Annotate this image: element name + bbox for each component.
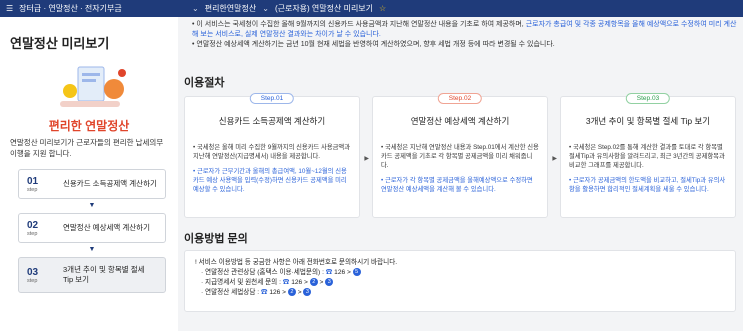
step-suffix: step xyxy=(27,277,38,284)
card-body: • 국세청은 지난해 연말정산 내용과 Step.01에서 계산한 신용카드 공… xyxy=(381,143,539,194)
card-text-value: 근로자가 근무기간과 올해의 총급여액, 10월~12월의 신용카드 예상 사용… xyxy=(193,168,347,193)
arrow-right-icon: ▶ xyxy=(552,156,557,162)
step-number-value: 03 xyxy=(27,266,39,278)
tax-illustration-icon xyxy=(60,66,126,107)
step-label: 연말정산 예상세액 계산하기 xyxy=(63,223,150,232)
phone-number: 126 xyxy=(291,279,303,286)
step-number: 02 step xyxy=(27,220,57,237)
arrow-down-icon: ▼ xyxy=(88,246,96,253)
step-badge: Step.02 xyxy=(437,93,483,104)
option-badge: 2 xyxy=(287,288,296,297)
notice-line-2: • 연말정산 예상세액 계산하기는 금년 10월 현재 세법을 반영하여 계산하… xyxy=(192,41,555,48)
card-body: • 국세청은 Step.02를 통해 계산한 결과를 토대로 각 항목별 절세T… xyxy=(569,143,727,194)
chevron-down-icon[interactable]: ⌄ xyxy=(262,4,269,13)
breadcrumb-item-1[interactable]: 편리한연말정산 xyxy=(205,3,257,14)
inquiry-intro: ! 서비스 이용방법 등 궁금한 사항은 아래 전화번호로 문의하시기 바랍니다… xyxy=(195,259,398,266)
card-text-highlight: • 근로자가 각 항목별 공제금액을 올해예상액으로 수정하면 연말정산 예상세… xyxy=(381,177,533,193)
arrow-right-icon: ▶ xyxy=(364,156,369,162)
inquiry-line-1: · 연말정산 관련상담 (홈택스 이용·세법문의) : ☎ 126 > 5 xyxy=(195,268,725,278)
menu-label[interactable]: 장터급 · 연말정산 · 전자기부금 xyxy=(19,3,122,14)
step-list: 01 step 신용카드 소득공제액 계산하기 ▼ 02 step 연말정산 예상세… xyxy=(18,169,166,293)
step-card-1: Step.01 신용카드 소득공제액 계산하기 • 국세청은 올해 미리 수집한… xyxy=(184,93,369,218)
brand-title: 편리한 연말정산 xyxy=(48,119,130,133)
step-number: 01 step xyxy=(27,176,57,193)
inquiry-title: 이용방법 문의 xyxy=(184,233,248,245)
step-badge: Step.01 xyxy=(249,93,295,104)
step-label: 신용카드 소득공제액 계산하기 xyxy=(63,179,157,188)
card-text-value: 근로자가 각 항목별 공제금액을 올해예상액으로 수정하면 연말정산 예상세액을… xyxy=(381,177,533,193)
card-text-value: 국세청은 올해 미리 수집한 9월까지의 신용카드 사용금액과 지난해 연말정산… xyxy=(193,144,351,160)
inquiry-line-2: · 지급명세서 및 원천세 문의 : ☎ 126 > 2 > 3 xyxy=(195,278,725,288)
inquiry-label: · 연말정산 세법상담 : xyxy=(201,289,261,296)
card-title: 연말정산 예상세액 계산하기 xyxy=(410,116,510,126)
step-number: 03 step xyxy=(27,267,57,284)
step-item-1[interactable]: 01 step 신용카드 소득공제액 계산하기 xyxy=(18,169,166,199)
chevron-down-icon[interactable]: ⌄ xyxy=(192,4,199,13)
option-badge: 5 xyxy=(352,268,361,277)
step-badge: Step.03 xyxy=(625,93,671,104)
step-label: 3개년 추이 및 항목별 절세 Tip 보기 xyxy=(63,265,145,284)
card-text-highlight: • 근로자가 근무기간과 올해의 총급여액, 10월~12월의 신용카드 예상 … xyxy=(193,168,347,193)
sidebar-title: 연말정산 미리보기 xyxy=(10,36,110,51)
hamburger-icon[interactable]: ☰ xyxy=(6,4,13,13)
phone-icon: ☎ xyxy=(282,279,290,286)
step-item-3[interactable]: 03 step 3개년 추이 및 항목별 절세 Tip 보기 xyxy=(18,257,166,293)
option-badge: 3 xyxy=(325,278,334,287)
phone-number: 126 xyxy=(334,269,346,276)
card-text-value: 국세청은 지난해 연말정산 내용과 Step.01에서 계산한 신용카드 공제액… xyxy=(381,144,539,169)
star-icon[interactable]: ☆ xyxy=(379,4,386,13)
step-number-value: 02 xyxy=(27,219,39,231)
card-text: • 국세청은 Step.02를 통해 계산한 결과를 토대로 각 항목별 절세T… xyxy=(569,144,725,169)
notice-box: • 이 서비스는 국세청이 수집한 올해 9월까지의 신용카드 사용금액과 지난… xyxy=(192,20,740,50)
card-title: 신용카드 소득공제액 계산하기 xyxy=(218,116,326,126)
card-body: • 국세청은 올해 미리 수집한 9월까지의 신용카드 사용금액과 지난해 연말… xyxy=(193,143,351,194)
phone-number: 126 xyxy=(269,289,281,296)
breadcrumb: ⌄ 편리한연말정산 ⌄ (근로자용) 연말정산 미리보기 ☆ xyxy=(180,3,386,14)
sidebar-description: 연말정산 미리보기가 근로자들의 편리한 납세의무 이행을 지원 합니다. xyxy=(10,138,164,158)
card-title: 3개년 추이 및 항목별 절세 Tip 보기 xyxy=(585,116,711,126)
card-text-highlight: • 근로자가 공제금액의 한도액을 비교하고, 절세Tip과 유의사항을 활용하… xyxy=(569,177,726,193)
phone-icon: ☎ xyxy=(325,269,333,276)
inquiry-box: ! 서비스 이용방법 등 궁금한 사항은 아래 전화번호로 문의하시기 바랍니다… xyxy=(184,250,736,312)
inquiry-line-3: · 연말정산 세법상담 : ☎ 126 > 2 > 3 xyxy=(195,288,725,298)
process-cards: Step.01 신용카드 소득공제액 계산하기 • 국세청은 올해 미리 수집한… xyxy=(184,93,736,218)
notice-text: • 이 서비스는 국세청이 수집한 올해 9월까지의 신용카드 사용금액과 지난… xyxy=(192,21,526,28)
arrow-down-icon: ▼ xyxy=(88,202,96,209)
option-badge: 3 xyxy=(303,288,312,297)
notice-line-1: • 이 서비스는 국세청이 수집한 올해 9월까지의 신용카드 사용금액과 지난… xyxy=(192,20,740,40)
option-badge: 2 xyxy=(309,278,318,287)
card-text: • 국세청은 지난해 연말정산 내용과 Step.01에서 계산한 신용카드 공… xyxy=(381,144,539,169)
main-menu[interactable]: ☰ 장터급 · 연말정산 · 전자기부금 xyxy=(0,3,180,14)
phone-icon: ☎ xyxy=(260,289,268,296)
card-text-value: 근로자가 공제금액의 한도액을 비교하고, 절세Tip과 유의사항을 활용하면 … xyxy=(569,177,726,193)
step-number-value: 01 xyxy=(27,175,39,187)
step-item-2[interactable]: 02 step 연말정산 예상세액 계산하기 xyxy=(18,213,166,243)
card-text-value: 국세청은 Step.02를 통해 계산한 결과를 토대로 각 항목별 절세Tip… xyxy=(569,144,725,169)
breadcrumb-item-2[interactable]: (근로자용) 연말정산 미리보기 xyxy=(275,3,373,14)
step-suffix: step xyxy=(27,186,38,193)
top-bar: ☰ 장터급 · 연말정산 · 전자기부금 ⌄ 편리한연말정산 ⌄ (근로자용) … xyxy=(0,0,743,17)
step-suffix: step xyxy=(27,230,38,237)
sidebar: 연말정산 미리보기 편리한 연말정산 연말정산 미리보기가 근로자들의 편리한 … xyxy=(0,17,178,331)
step-card-2: Step.02 연말정산 예상세액 계산하기 • 국세청은 지난해 연말정산 내… xyxy=(372,93,557,218)
process-title: 이용절차 xyxy=(184,77,225,89)
inquiry-label: · 지급명세서 및 원천세 문의 : xyxy=(201,279,283,286)
inquiry-label: · 연말정산 관련상담 (홈택스 이용·세법문의) : xyxy=(201,269,326,276)
card-text: • 국세청은 올해 미리 수집한 9월까지의 신용카드 사용금액과 지난해 연말… xyxy=(193,144,351,160)
step-card-3: Step.03 3개년 추이 및 항목별 절세 Tip 보기 • 국세청은 St… xyxy=(560,93,736,218)
